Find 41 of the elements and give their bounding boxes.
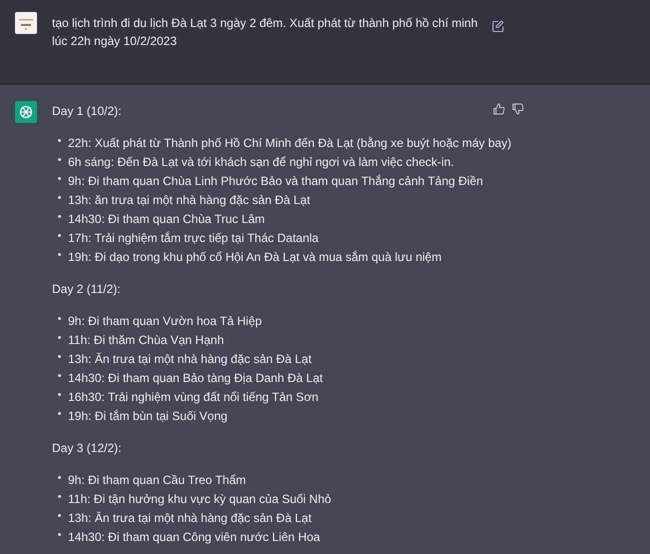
list-item: 9h: Đi tham quan Chùa Linh Phước Bảo và tham quan Thắng cảnh Tảng Điền	[68, 174, 484, 188]
bullet-icon	[58, 494, 61, 498]
thumbs-down-icon[interactable]	[512, 103, 524, 115]
list-item: 19h: Đi dạo trong khu phố cổ Hội An Đà Lạt và mua sắm quà lưu niệm	[68, 250, 442, 264]
day-heading: Day 2 (11/2):	[52, 281, 122, 298]
bullet-icon	[58, 214, 61, 218]
list-item: 6h sáng: Đến Đà Lạt và tới khách sạn để nghỉ ngơi và làm việc check-in.	[68, 154, 454, 168]
bullet-icon	[58, 532, 61, 536]
bullet-icon	[58, 138, 61, 142]
bullet-icon	[58, 476, 61, 478]
list-item: 9h: Đi tham quan Vườn hoa Tả Hiệp	[68, 314, 262, 328]
day-heading: Day 1 (10/2):	[52, 103, 122, 120]
list-item: 22h: Xuất phát từ Thành phố Hồ Chí Minh đến Đà Lạt (bằng xe buýt hoặc máy bay)	[68, 136, 512, 150]
bullet-icon	[58, 252, 61, 256]
user-message: tạo lịch trình đi du lịch Đà Lạt 3 ngày 2 đêm. Xuất phát từ thành phố hồ chí minh lúc 22h ngày 10/2/2023	[52, 15, 479, 50]
list-item: 13h: Ăn trưa tại một nhà hàng đặc sản Đà Lạt	[68, 510, 312, 524]
bullet-icon	[58, 316, 61, 320]
list-item: 19h: Đi tắm bùn tại Suối Vọng	[68, 408, 228, 422]
list-item: 13h: ăn trưa tại một nhà hàng đặc sản Đà Lạt	[68, 192, 310, 206]
bullet-icon	[58, 374, 61, 376]
list-item: 13h: Ăn trưa tại một nhà hàng đặc sản Đà Lạt	[68, 352, 312, 366]
bullet-icon	[58, 234, 61, 236]
list-item: 11h: Đi tận hưởng khu vực kỳ quan của Suối Nhỏ	[68, 492, 332, 506]
bullet-icon	[58, 392, 61, 396]
bullet-icon	[58, 176, 61, 180]
list-item: 14h30: Đi tham quan Bảo tàng Địa Danh Đà Lạt	[68, 370, 323, 384]
list-item: 14h30: Đi tham quan Chùa Truc Lâm	[68, 212, 265, 226]
list-item: 14h30: Đi tham quan Công viên nước Liên Hoa	[68, 530, 320, 544]
bullet-icon	[58, 412, 61, 414]
edit-icon[interactable]	[492, 20, 504, 32]
day-heading: Day 3 (12/2):	[52, 440, 122, 457]
bullet-icon	[58, 514, 61, 516]
bullet-icon	[58, 196, 61, 198]
list-item: 11h: Đi thăm Chùa Vạn Hạnh	[68, 332, 224, 346]
list-item: 16h30: Trải nghiệm vùng đất nổi tiếng Tản Sơn	[68, 390, 318, 404]
thumbs-up-icon[interactable]	[493, 103, 505, 115]
list-item: 17h: Trải nghiệm tắm trực tiếp tại Thác Datanla	[68, 230, 319, 244]
bullet-icon	[58, 158, 61, 160]
bullet-icon	[58, 336, 61, 338]
bullet-icon	[58, 354, 61, 358]
list-item: 9h: Đi tham quan Cầu Treo Thẩm	[68, 472, 246, 486]
